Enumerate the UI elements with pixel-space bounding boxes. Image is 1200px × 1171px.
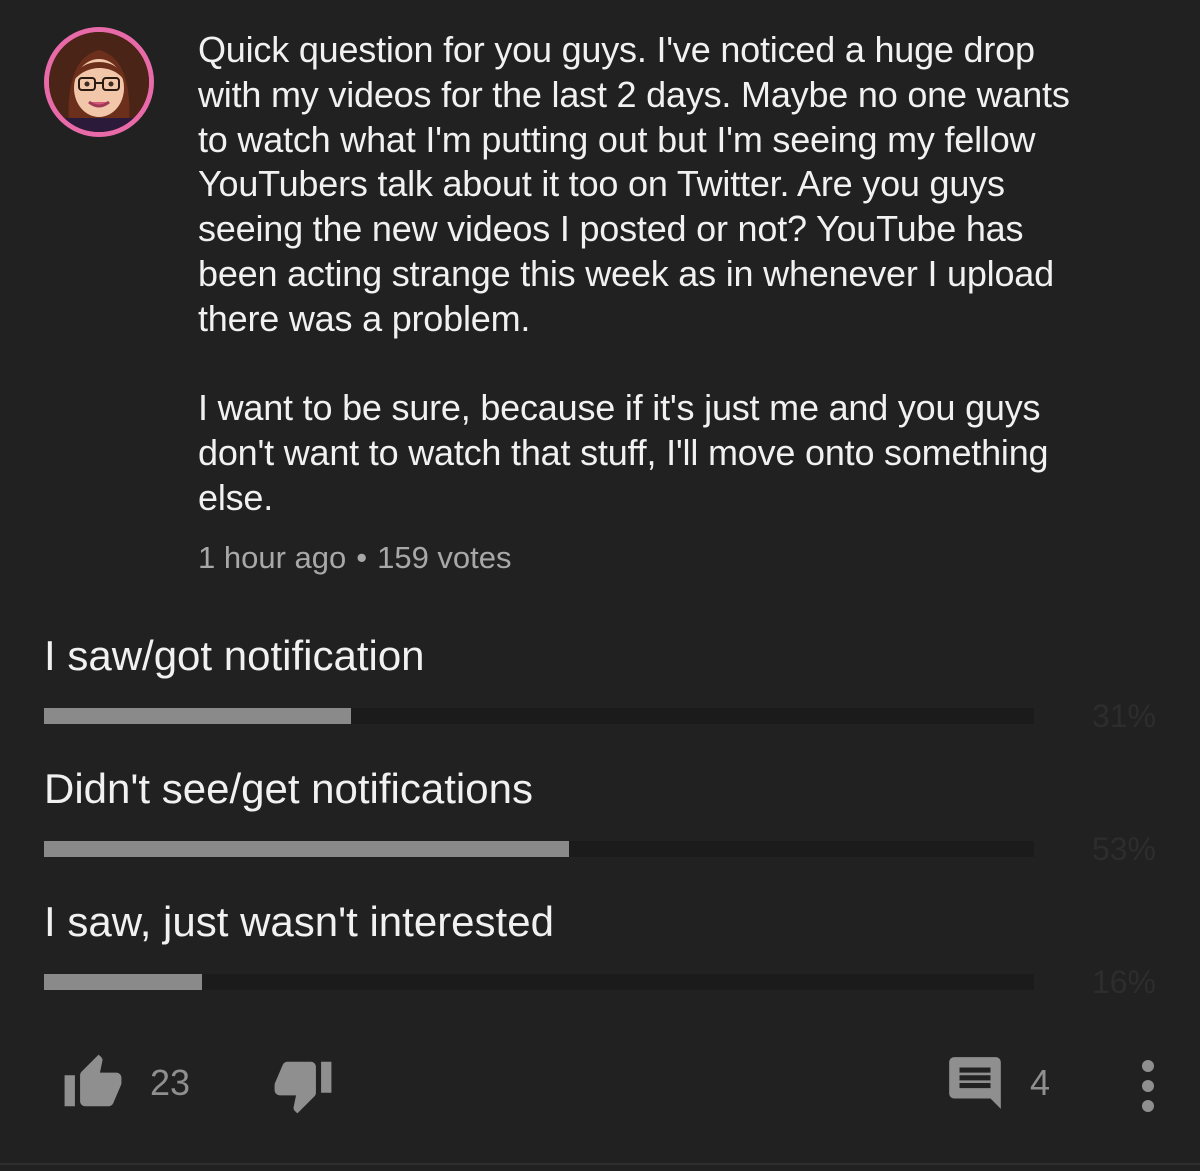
vote-count: 159 votes [377,540,512,575]
post-text: Quick question for you guys. I've notice… [198,29,1070,518]
poll-option-percent: 16% [1091,964,1156,1000]
poll-bar-track [44,974,1034,990]
comment-button[interactable]: 4 [944,1052,1050,1114]
poll-option[interactable]: I saw, just wasn't interested 16% [44,896,1164,1029]
like-button[interactable]: 23 [60,1052,190,1114]
poll: I saw/got notification 31% Didn't see/ge… [44,630,1164,1029]
divider [0,1163,1200,1165]
poll-bar-track [44,841,1034,857]
poll-option[interactable]: I saw/got notification 31% [44,630,1164,763]
action-bar: 23 4 [0,1050,1200,1130]
poll-option-label: Didn't see/get notifications [44,765,533,812]
comment-icon [949,1057,1001,1109]
post-timestamp[interactable]: 1 hour ago [198,540,346,575]
poll-option[interactable]: Didn't see/get notifications 53% [44,763,1164,896]
more-options-button[interactable] [1128,1056,1168,1116]
poll-option-label: I saw, just wasn't interested [44,898,554,945]
thumb-up-icon [64,1054,122,1107]
poll-option-percent: 53% [1091,831,1156,867]
dislike-button[interactable] [270,1054,336,1116]
more-vertical-icon [1142,1060,1154,1112]
poll-bar-fill [44,841,569,857]
poll-option-percent: 31% [1091,698,1156,734]
poll-bar-fill [44,974,203,990]
thumb-down-icon [274,1061,332,1114]
meta-separator: • [356,540,368,575]
poll-option-label: I saw/got notification [44,632,425,679]
like-count: 23 [150,1062,191,1103]
channel-avatar[interactable] [44,27,154,137]
comment-count: 4 [1030,1062,1051,1103]
avatar-portrait-image [49,32,149,132]
post-meta: 1 hour ago • 159 votes [198,540,512,576]
poll-bar-fill [44,708,351,724]
poll-bar-track [44,708,1034,724]
